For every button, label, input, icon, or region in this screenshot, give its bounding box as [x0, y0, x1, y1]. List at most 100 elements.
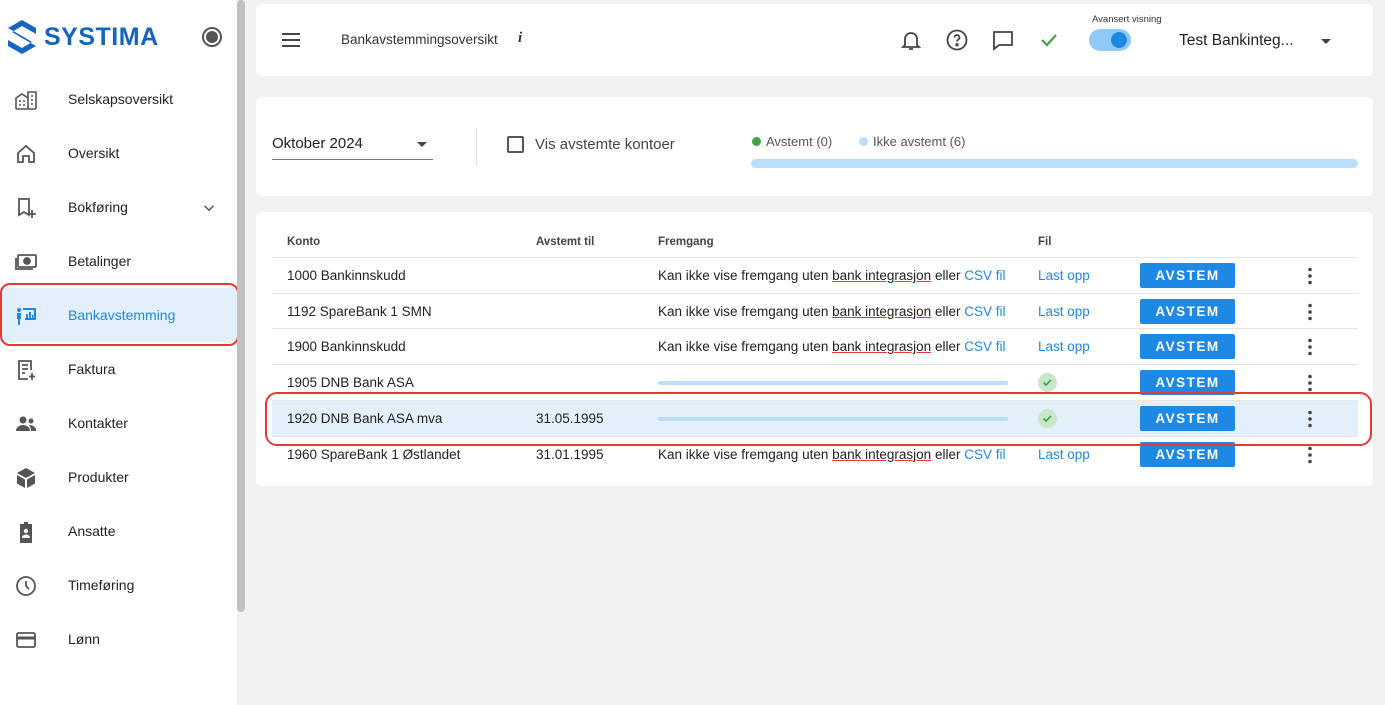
- account-name: 1920 DNB Bank ASA mva: [287, 410, 443, 426]
- menu-icon[interactable]: [280, 30, 302, 50]
- page-title: Bankavstemmingsoversikt: [341, 32, 498, 47]
- help-icon[interactable]: [945, 28, 969, 52]
- toggle-knob: [1111, 32, 1127, 48]
- csv-file-link[interactable]: CSV fil: [964, 304, 1005, 319]
- avstem-button[interactable]: AVSTEM: [1140, 370, 1235, 396]
- file-ok-icon: [1038, 408, 1057, 428]
- csv-file-link[interactable]: CSV fil: [964, 339, 1005, 354]
- systima-logo[interactable]: SYSTIMA: [6, 16, 159, 58]
- badge-icon: [20, 522, 32, 543]
- bank-integration-link[interactable]: bank integrasjon: [832, 339, 931, 354]
- upload-link[interactable]: Last opp: [1038, 447, 1090, 462]
- clock-icon: [16, 576, 36, 596]
- table-row[interactable]: 1192 SpareBank 1 SMN Kan ikke vise fremga…: [272, 292, 1358, 329]
- table-row[interactable]: 1905 DNB Bank ASA AVSTEM: [272, 364, 1358, 400]
- advanced-view-toggle[interactable]: [1089, 29, 1131, 51]
- sidebar-item-ansatte[interactable]: Ansatte: [0, 504, 237, 558]
- month-value: Oktober 2024: [272, 135, 363, 152]
- sidebar-item-selskapsoversikt[interactable]: Selskapsoversikt: [0, 72, 237, 126]
- building-icon: [15, 91, 37, 110]
- csv-file-link[interactable]: CSV fil: [964, 447, 1005, 462]
- row-progress-bar: [658, 416, 1008, 421]
- avstem-button[interactable]: AVSTEM: [1140, 263, 1235, 288]
- legend-not-reconciled: Ikke avstemt (6): [859, 134, 965, 149]
- account-name: 1905 DNB Bank ASA: [287, 375, 414, 391]
- payments-icon: [15, 254, 37, 270]
- chevron-down-icon[interactable]: [200, 199, 218, 217]
- check-status-icon[interactable]: [1037, 28, 1061, 52]
- caret-down-icon[interactable]: [1321, 39, 1331, 44]
- show-reconciled-checkbox[interactable]: [507, 136, 524, 153]
- sidebar-item-lonn[interactable]: Lønn: [0, 612, 237, 666]
- sidebar-item-kontakter[interactable]: Kontakter: [0, 396, 237, 450]
- reconciliation-progress-bar: [751, 159, 1358, 168]
- more-vert-icon[interactable]: [1302, 445, 1318, 465]
- bank-reconcile-icon: [17, 308, 36, 325]
- upload-link[interactable]: Last opp: [1038, 339, 1090, 354]
- more-vert-icon[interactable]: [1302, 373, 1318, 393]
- card-icon: [16, 632, 36, 648]
- sidebar-item-faktura[interactable]: Faktura: [0, 342, 237, 396]
- sidebar-item-label: Kontakter: [68, 415, 128, 431]
- bell-icon[interactable]: [899, 28, 923, 52]
- bank-integration-link[interactable]: bank integrasjon: [832, 304, 931, 319]
- csv-file-link[interactable]: CSV fil: [964, 268, 1005, 283]
- file-ok-icon: [1038, 373, 1057, 393]
- progress-message-prefix: Kan ikke vise fremgang uten: [658, 303, 833, 319]
- table-row[interactable]: 1960 SpareBank 1 Østlandet 31.01.1995 Kan …: [272, 435, 1358, 472]
- account-name: 1000 Bankinnskudd: [287, 268, 406, 283]
- progress-message-mid: eller: [931, 268, 965, 283]
- company-selector[interactable]: Test Bankinteg...: [1179, 32, 1294, 50]
- progress-message: Kan ikke vise fremgang uten bank integra…: [658, 268, 1005, 283]
- sidebar-item-betalinger[interactable]: Betalinger: [0, 234, 237, 288]
- table-row[interactable]: 1000 Bankinnskudd Kan ikke vise fremgang …: [272, 257, 1358, 293]
- avstem-button[interactable]: AVSTEM: [1140, 441, 1235, 467]
- more-vert-icon[interactable]: [1302, 409, 1318, 429]
- progress-message-prefix: Kan ikke vise fremgang uten: [658, 268, 833, 283]
- filter-card: Oktober 2024 Vis avstemte kontoer Avstem…: [256, 97, 1373, 196]
- month-select[interactable]: Oktober 2024: [272, 133, 433, 160]
- column-header-avstemt-til: Avstemt til: [536, 236, 595, 248]
- more-vert-icon[interactable]: [1302, 337, 1318, 357]
- advanced-view-label: Avansert visning: [1092, 14, 1162, 25]
- sidebar-item-bokforing[interactable]: Bokføring: [0, 180, 237, 234]
- people-icon: [16, 416, 36, 431]
- theme-toggle-icon[interactable]: [202, 27, 222, 47]
- table-row[interactable]: 1900 Bankinnskudd Kan ikke vise fremgang …: [272, 328, 1358, 364]
- upload-link[interactable]: Last opp: [1038, 304, 1090, 319]
- info-icon[interactable]: i: [518, 30, 522, 47]
- chat-icon[interactable]: [991, 28, 1015, 52]
- avstem-button[interactable]: AVSTEM: [1140, 298, 1235, 324]
- account-name: 1900 Bankinnskudd: [287, 339, 406, 355]
- sidebar-item-label: Oversikt: [68, 145, 120, 161]
- logo-text: SYSTIMA: [44, 22, 159, 51]
- home-icon: [17, 144, 35, 163]
- progress-message: Kan ikke vise fremgang uten bank integra…: [658, 447, 1005, 462]
- sidebar-item-timeforing[interactable]: Timeføring: [0, 558, 237, 612]
- caret-down-icon: [417, 142, 427, 147]
- progress-message-mid: eller: [931, 303, 965, 319]
- upload-link[interactable]: Last opp: [1038, 268, 1090, 283]
- avstem-button[interactable]: AVSTEM: [1140, 405, 1235, 431]
- table-row[interactable]: 1920 DNB Bank ASA mva 31.05.1995 AVSTEM: [272, 399, 1358, 436]
- sidebar-item-label: Produkter: [68, 469, 129, 485]
- bank-integration-link[interactable]: bank integrasjon: [832, 268, 931, 283]
- divider: [476, 128, 477, 166]
- sidebar-item-label: Betalinger: [68, 253, 132, 269]
- green-dot-icon: [752, 137, 761, 146]
- legend-not-reconciled-label: Ikke avstemt (6): [873, 134, 966, 149]
- sidebar-item-label: Selskapsoversikt: [68, 91, 174, 107]
- more-vert-icon[interactable]: [1302, 266, 1318, 286]
- show-reconciled-label: Vis avstemte kontoer: [535, 136, 675, 153]
- blue-dot-icon: [859, 137, 868, 146]
- sidebar-item-produkter[interactable]: Produkter: [0, 450, 237, 504]
- sidebar-item-bankavstemming[interactable]: Bankavstemming: [0, 288, 237, 342]
- bank-integration-link[interactable]: bank integrasjon: [832, 447, 931, 462]
- top-bar: Bankavstemmingsoversikt i Avansert visni…: [256, 4, 1373, 76]
- progress-message-mid: eller: [931, 339, 965, 355]
- sidebar-item-label: Timeføring: [68, 577, 135, 593]
- sidebar-item-oversikt[interactable]: Oversikt: [0, 126, 237, 180]
- avstem-button[interactable]: AVSTEM: [1140, 334, 1235, 360]
- more-vert-icon[interactable]: [1302, 302, 1318, 322]
- sidebar-scrollbar-thumb[interactable]: [237, 0, 245, 612]
